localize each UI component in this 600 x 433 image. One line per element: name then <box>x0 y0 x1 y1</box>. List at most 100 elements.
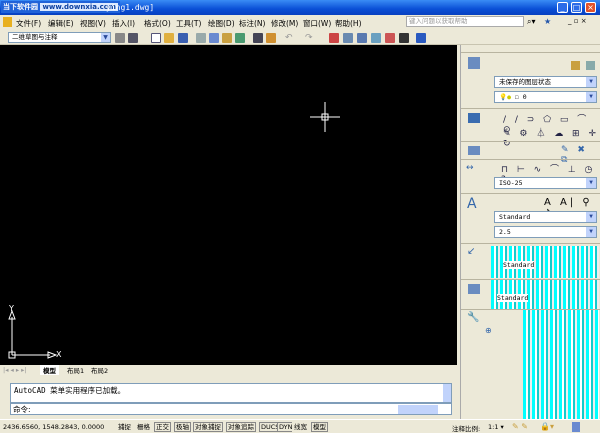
help-search-input[interactable]: 键入问题以获取帮助 <box>406 16 524 27</box>
cut-icon[interactable] <box>253 33 263 43</box>
menu-dimension[interactable]: 标注(N) <box>239 18 265 29</box>
properties-icon[interactable] <box>343 33 353 43</box>
menu-window[interactable]: 窗口(W) <box>303 18 331 29</box>
app-icon[interactable] <box>3 17 12 27</box>
workspace-lock-icon[interactable] <box>128 33 138 43</box>
help-search-icon[interactable]: ⌕▾ <box>527 17 536 27</box>
ucs-icon <box>8 309 58 359</box>
design-center-icon[interactable] <box>357 33 367 43</box>
annotation-scale-select[interactable]: 1:1 ▾ <box>488 423 504 431</box>
draw-section: / / ⊃ ⬠ ▭ ⌒ ⊙ ✎ ⚙ ⏃ ☁ ⊞ ✛ ↻ <box>461 108 600 149</box>
command-history: AutoCAD 菜单实用程序已加载。 <box>10 383 452 403</box>
layer-state-value: 未保存的图层状态 <box>499 78 551 86</box>
ortho-toggle[interactable]: 正交 <box>154 422 171 432</box>
layers-icon <box>468 57 480 69</box>
layer-properties-icon[interactable] <box>571 61 580 70</box>
add-icon[interactable]: ⊕ <box>485 326 492 335</box>
publish-web-icon[interactable] <box>235 33 245 43</box>
favorites-icon[interactable]: ★ <box>544 17 551 26</box>
model-toggle[interactable]: 模型 <box>311 422 328 432</box>
redo-icon[interactable]: ↷ <box>305 33 315 43</box>
command-prompt: 命令: <box>13 405 31 414</box>
new-icon[interactable] <box>151 33 161 43</box>
status-bar: 2436.6560, 1548.2843, 0.0000 捕捉 栅格 正交 极轴… <box>0 419 600 433</box>
grid-toggle[interactable]: 栅格 <box>135 422 152 432</box>
textstyle-select[interactable]: Standard ▼ <box>494 211 597 223</box>
menu-file[interactable]: 文件(F) <box>16 18 41 29</box>
plot-preview-icon[interactable] <box>209 33 219 43</box>
menu-draw[interactable]: 绘图(D) <box>208 18 235 29</box>
tools-section: 🔧 ⊕ <box>461 309 600 420</box>
dimstyle-select[interactable]: ISO-25 ▼ <box>494 177 597 189</box>
undo-icon[interactable]: ↶ <box>285 33 295 43</box>
annotation-visibility-icon[interactable]: ✎ ✎ <box>512 422 528 431</box>
workspace-select[interactable]: 二维草图与注释 ▼ <box>8 32 111 43</box>
tab-layout1[interactable]: 布局1 <box>64 365 87 375</box>
snap-toggle[interactable]: 捕捉 <box>116 422 133 432</box>
layers-section: 未保存的图层状态 ▼ 💡● ☐ 0 ▼ <box>461 52 600 108</box>
lineweight-toggle[interactable]: 线宽 <box>292 422 309 432</box>
close-button[interactable]: × <box>585 2 596 13</box>
command-scrollbar[interactable] <box>443 384 451 402</box>
tab-layout2[interactable]: 布局2 <box>88 365 111 375</box>
render-artifact <box>523 310 599 420</box>
workspace-settings-icon[interactable] <box>115 33 125 43</box>
tool-palettes-icon[interactable] <box>371 33 381 43</box>
open-icon[interactable] <box>164 33 174 43</box>
table-style-value[interactable]: Standard <box>497 294 529 302</box>
clean-screen-icon[interactable] <box>572 422 580 432</box>
plot-icon[interactable] <box>196 33 206 43</box>
save-icon[interactable] <box>178 33 188 43</box>
osnap-toggle[interactable]: 对象捕捉 <box>193 422 223 432</box>
menu-view[interactable]: 视图(V) <box>80 18 106 29</box>
textstyle-value: Standard <box>499 213 531 221</box>
standard-toolbar: 二维草图与注释 ▼ <box>0 30 600 45</box>
maximize-button[interactable]: □ <box>571 2 582 13</box>
block-icon <box>468 146 480 155</box>
tab-nav-arrows[interactable]: |◂ ◂ ▸ ▸| <box>3 366 27 374</box>
annotation-scale-label: 注释比例: <box>452 425 481 433</box>
dashboard-panel: 未保存的图层状态 ▼ 💡● ☐ 0 ▼ / / ⊃ ⬠ ▭ ⌒ ⊙ ✎ ⚙ ⏃ ☁ … <box>460 45 600 420</box>
chevron-down-icon: ▼ <box>101 33 110 42</box>
menu-format[interactable]: 格式(O) <box>144 18 171 29</box>
minimize-button[interactable]: _ <box>557 2 568 13</box>
title-bar: 当下软件园 www.downxia.com ying1.dwg] _ □ × <box>0 0 600 15</box>
command-hscrollbar[interactable] <box>398 405 438 414</box>
polar-toggle[interactable]: 极轴 <box>174 422 191 432</box>
publish-icon[interactable] <box>222 33 232 43</box>
menu-modify[interactable]: 修改(M) <box>271 18 298 29</box>
block-section: ✎ ✖ ⧉ <box>461 141 600 165</box>
menu-help[interactable]: 帮助(H) <box>335 18 362 29</box>
mleader-style-value[interactable]: Standard <box>503 261 535 269</box>
panel-title-bar[interactable] <box>461 45 600 51</box>
calculator-icon[interactable] <box>399 33 409 43</box>
menu-insert[interactable]: 插入(I) <box>112 18 135 29</box>
ucs-y-label: Y <box>9 304 14 313</box>
pan-icon[interactable] <box>329 33 339 43</box>
layer-states-icon[interactable] <box>586 61 595 70</box>
chevron-down-icon: ▼ <box>586 92 596 102</box>
command-input[interactable]: 命令: <box>10 403 452 415</box>
chevron-down-icon: ▼ <box>586 178 596 188</box>
help-icon[interactable] <box>416 33 426 43</box>
otrack-toggle[interactable]: 对象追踪 <box>226 422 256 432</box>
menu-edit[interactable]: 编辑(E) <box>48 18 74 29</box>
chevron-down-icon: ▼ <box>586 227 596 237</box>
sheet-set-icon[interactable] <box>385 33 395 43</box>
mleader-icon: ↙ <box>467 246 476 257</box>
menu-tools[interactable]: 工具(T) <box>176 18 201 29</box>
doc-window-controls[interactable]: _ ▫ × <box>568 17 587 25</box>
table-icon <box>468 284 480 294</box>
logo-text: 当下软件园 <box>3 3 38 11</box>
dimstyle-value: ISO-25 <box>499 179 523 187</box>
tab-model[interactable]: 模型 <box>40 365 59 375</box>
drawing-canvas[interactable]: Y X <box>0 45 457 365</box>
match-properties-icon[interactable] <box>266 33 276 43</box>
layer-state-select[interactable]: 未保存的图层状态 ▼ <box>494 76 597 88</box>
layer-select[interactable]: 💡● ☐ 0 ▼ <box>494 91 597 103</box>
layout-tabs: |◂ ◂ ▸ ▸| 模型 布局1 布局2 <box>0 365 457 376</box>
lock-icon[interactable]: 🔒▾ <box>540 422 554 431</box>
dimension-section: ↔ ⊓ ⊢ ∿ ⌒ ⊥ ◷ ? ISO-25▼ <box>461 159 600 193</box>
text-section: A A A| ⚲ ✈ Standard▼ 2.5▼ <box>461 193 600 243</box>
text-height-select[interactable]: 2.5 ▼ <box>494 226 597 238</box>
